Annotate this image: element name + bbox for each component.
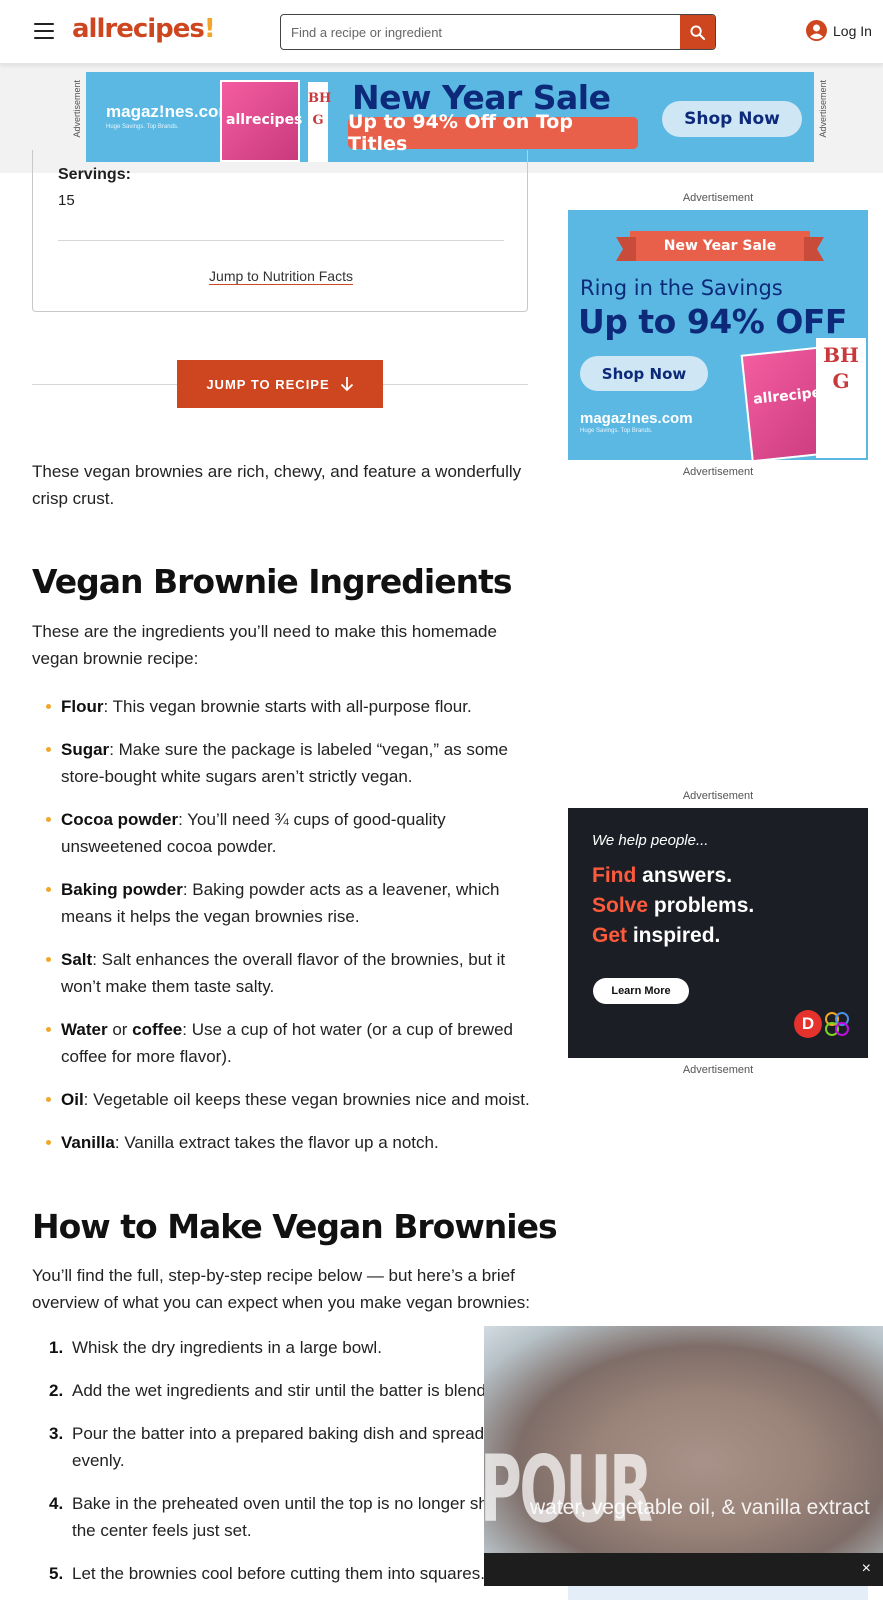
ingredients-list: Flour: This vegan brownie starts with al… bbox=[32, 693, 532, 1172]
meredith-knot-icon bbox=[825, 1012, 849, 1036]
search-box bbox=[280, 14, 716, 50]
ad-line: Solve problems. bbox=[592, 894, 755, 917]
video-overlay-title: POUR IN bbox=[484, 1436, 653, 1553]
list-item: 3. Pour the batter into a prepared baking… bbox=[49, 1424, 498, 1470]
top-banner-ad[interactable]: magaz!nes.com Huge Savings. Top Brands. … bbox=[86, 72, 814, 162]
list-item: Baking powder: Baking powder acts as a l… bbox=[32, 876, 532, 930]
video-overlay-caption: water, vegetable oil, & vanilla extract bbox=[530, 1496, 870, 1519]
shop-now-button[interactable]: Shop Now bbox=[580, 356, 708, 391]
list-item: 4. Bake in the preheated oven until the t… bbox=[49, 1494, 521, 1540]
ad-line: Get inspired. bbox=[592, 924, 721, 947]
list-item: Water or coffee: Use a cup of hot water … bbox=[32, 1016, 532, 1070]
method-heading: How to Make Vegan Brownies bbox=[32, 1207, 558, 1246]
cover-title: allrecipes bbox=[226, 112, 303, 128]
shop-now-button[interactable]: Shop Now bbox=[662, 101, 802, 137]
servings-value: 15 bbox=[58, 192, 75, 209]
ad-label: Advertisement bbox=[682, 466, 754, 478]
dotdash-logo-icon: D bbox=[794, 1010, 822, 1038]
ad-tagline: We help people... bbox=[592, 832, 709, 849]
close-icon[interactable]: × bbox=[862, 1560, 871, 1578]
ad-headline: Up to 94% OFF bbox=[578, 302, 847, 341]
list-item: 5. Let the brownies cool before cutting t… bbox=[49, 1564, 485, 1583]
sidebar-ad-magazines[interactable]: New Year Sale Ring in the Savings Up to … bbox=[568, 210, 868, 460]
list-item: Vanilla: Vanilla extract takes the flavo… bbox=[32, 1129, 532, 1156]
search-input[interactable] bbox=[281, 15, 681, 49]
servings-label: Servings: bbox=[58, 166, 131, 183]
login-label: Log In bbox=[833, 22, 872, 39]
ad-label-left: Advertisement bbox=[72, 80, 82, 138]
arrow-down-icon bbox=[340, 377, 353, 392]
ad-label: Advertisement bbox=[682, 1064, 754, 1076]
list-item: Flour: This vegan brownie starts with al… bbox=[32, 693, 532, 720]
login-link[interactable]: Log In bbox=[806, 20, 872, 41]
sidebar-ad-dotdash[interactable]: We help people... Find answers. Solve pr… bbox=[568, 808, 868, 1058]
ad-subtitle: Up to 94% Off on Top Titles bbox=[348, 111, 638, 155]
ad-brand-logo: magaz!nes.com bbox=[106, 102, 234, 121]
account-icon bbox=[806, 20, 827, 41]
ad-label-right: Advertisement bbox=[818, 80, 828, 138]
video-player[interactable]: POUR IN water, vegetable oil, & vanilla … bbox=[484, 1326, 883, 1553]
steps-list: 1. Whisk the dry ingredients in a large b… bbox=[32, 1334, 532, 1600]
recipe-info-card: Servings: 15 Jump to Nutrition Facts bbox=[32, 150, 528, 312]
ad-brand-logo: magaz!nes.com bbox=[580, 410, 693, 427]
menu-icon[interactable] bbox=[34, 23, 54, 39]
video-control-bar: × bbox=[484, 1553, 883, 1586]
bhg-cover: BH G bbox=[816, 338, 866, 458]
divider bbox=[58, 240, 504, 241]
list-item: Sugar: Make sure the package is labeled … bbox=[32, 736, 532, 790]
nutrition-facts-link[interactable]: Jump to Nutrition Facts bbox=[33, 268, 529, 284]
jump-to-recipe-label: JUMP TO RECIPE bbox=[206, 376, 330, 392]
list-item: Salt: Salt enhances the overall flavor o… bbox=[32, 946, 532, 1000]
jump-to-recipe-button[interactable]: JUMP TO RECIPE bbox=[177, 360, 383, 408]
ingredients-heading: Vegan Brownie Ingredients bbox=[32, 562, 513, 601]
search-icon bbox=[690, 24, 705, 40]
list-item: Cocoa powder: You’ll need ¾ cups of good… bbox=[32, 806, 532, 860]
method-intro: You’ll find the full, step-by-step recip… bbox=[32, 1266, 530, 1312]
ad-line: Find answers. bbox=[592, 864, 733, 887]
ad-brand-tagline: Huge Savings. Top Brands. bbox=[106, 124, 179, 130]
ad-ribbon: New Year Sale bbox=[630, 231, 810, 261]
ad-label: Advertisement bbox=[682, 790, 754, 802]
ad-brand-tagline: Huge Savings. Top Brands. bbox=[580, 428, 653, 434]
ingredients-intro: These are the ingredients you’ll need to… bbox=[32, 622, 497, 668]
list-item: 2. Add the wet ingredients and stir until… bbox=[49, 1381, 486, 1400]
learn-more-button[interactable]: Learn More bbox=[593, 978, 689, 1004]
site-header: allrecipes! Log In bbox=[0, 0, 883, 64]
search-button[interactable] bbox=[680, 15, 715, 49]
intro-paragraph: These vegan brownies are rich, chewy, an… bbox=[32, 462, 522, 508]
list-item: 1. Whisk the dry ingredients in a large b… bbox=[49, 1338, 382, 1357]
ad-line: Ring in the Savings bbox=[580, 276, 783, 300]
ad-label: Advertisement bbox=[682, 192, 754, 204]
site-logo[interactable]: allrecipes! bbox=[72, 14, 216, 44]
list-item: Oil: Vegetable oil keeps these vegan bro… bbox=[32, 1086, 532, 1113]
